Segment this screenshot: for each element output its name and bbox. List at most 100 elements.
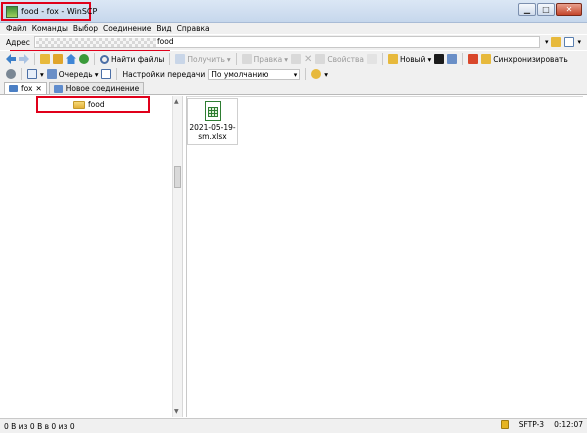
- delete-icon[interactable]: ✕: [304, 54, 312, 65]
- close-button[interactable]: ✕: [556, 3, 582, 16]
- new-folder-icon: [388, 54, 399, 64]
- properties-label: Свойства: [327, 54, 365, 64]
- menu-commands[interactable]: Команды: [32, 23, 68, 34]
- layout-icon[interactable]: [27, 69, 37, 79]
- address-input[interactable]: food: [34, 36, 540, 48]
- menu-help[interactable]: Справка: [177, 23, 210, 34]
- title-highlight: food - fox - WinSCP: [1, 2, 97, 21]
- menu-file[interactable]: Файл: [6, 23, 27, 34]
- scrollbar-thumb[interactable]: [174, 166, 181, 188]
- minimize-button[interactable]: ▁: [518, 3, 536, 16]
- toolbar-separator: [235, 53, 237, 65]
- lock-icon: [500, 420, 509, 429]
- scroll-down-icon[interactable]: ▼: [174, 408, 179, 415]
- directory-tree[interactable]: food: [3, 96, 183, 417]
- file-name: 2021-05-19-sm.xlsx: [189, 123, 236, 141]
- synchronize-button[interactable]: Синхронизировать: [481, 54, 568, 64]
- selection-status: 0 B из 0 B в 0 из 0: [4, 421, 75, 431]
- transfer-settings-select[interactable]: По умолчанию: [208, 68, 301, 80]
- new-button[interactable]: Новый ▾: [388, 54, 431, 64]
- address-bar: Адрес food ▾ ▾: [0, 35, 587, 50]
- pencil-icon: [241, 54, 252, 64]
- queue-list-icon[interactable]: [101, 69, 112, 79]
- window-controls: ▁ □ ✕: [518, 3, 582, 16]
- putty-icon[interactable]: [447, 54, 458, 64]
- root-folder-icon[interactable]: [53, 54, 63, 64]
- download-button[interactable]: Получить ▾: [175, 54, 231, 64]
- home-icon[interactable]: [66, 54, 76, 64]
- download-icon: [175, 54, 186, 64]
- tree-item-food[interactable]: food: [73, 100, 105, 109]
- toolbar-separator: [462, 53, 464, 65]
- copy-icon[interactable]: [290, 54, 301, 64]
- properties-icon: [315, 54, 326, 64]
- refresh-icon[interactable]: [79, 54, 89, 64]
- tab-new-session[interactable]: Новое соединение: [48, 82, 145, 94]
- protocol-status: SFTP-3: [518, 420, 545, 429]
- toolbar-separator: [169, 53, 171, 65]
- scroll-up-icon[interactable]: ▲: [174, 98, 179, 105]
- tab-new-session-label: Новое соединение: [65, 84, 140, 93]
- transfer-preset-icon[interactable]: [311, 69, 322, 79]
- close-tab-icon[interactable]: ✕: [35, 84, 41, 93]
- session-timer: 0:12:07: [554, 420, 583, 429]
- main-toolbar: Найти файлы Получить ▾ Правка ▾ ✕ Свойст…: [0, 51, 587, 67]
- menu-mark[interactable]: Выбор: [73, 23, 98, 34]
- toolbar-separator: [382, 53, 384, 65]
- transfer-settings-label: Настройки передачи: [122, 69, 206, 79]
- window-title: food - fox - WinSCP: [21, 7, 98, 16]
- find-files-label: Найти файлы: [111, 54, 165, 64]
- address-dropdown-icon[interactable]: ▾: [545, 38, 549, 46]
- session-tabs: fox ✕ Новое соединение: [0, 82, 587, 95]
- edit-button[interactable]: Правка ▾: [241, 54, 288, 64]
- terminal-icon[interactable]: [434, 54, 445, 64]
- preferences-gear-icon[interactable]: [6, 69, 16, 79]
- new-label: Новый: [400, 54, 426, 64]
- filter-icon[interactable]: [564, 37, 575, 47]
- edit-label: Правка: [253, 54, 283, 64]
- queue-button[interactable]: Очередь ▾: [46, 69, 99, 79]
- chevron-down-icon[interactable]: ▾: [324, 70, 328, 79]
- compare-icon[interactable]: [468, 54, 479, 64]
- back-arrow-icon[interactable]: [6, 54, 16, 64]
- queue-icon: [46, 69, 57, 79]
- chevron-down-icon[interactable]: ▾: [40, 70, 44, 79]
- toolbar-separator: [34, 53, 35, 65]
- status-right: SFTP-3 0:12:07: [500, 420, 583, 429]
- session-icon: [9, 85, 18, 92]
- toolbar-separator: [116, 68, 118, 80]
- parent-folder-icon[interactable]: [40, 54, 50, 64]
- file-panel[interactable]: 2021-05-19-sm.xlsx: [186, 96, 583, 417]
- properties-button[interactable]: Свойства: [315, 54, 364, 64]
- address-label: Адрес: [6, 38, 30, 47]
- tree-item-label: food: [88, 100, 105, 109]
- sync-icon: [481, 54, 492, 64]
- address-value: food: [157, 37, 174, 46]
- menu-session[interactable]: Соединение: [103, 23, 151, 34]
- file-item[interactable]: 2021-05-19-sm.xlsx: [187, 98, 238, 145]
- forward-arrow-icon[interactable]: [19, 54, 29, 64]
- tab-fox[interactable]: fox ✕: [4, 82, 47, 94]
- spreadsheet-icon: [204, 101, 221, 121]
- chevron-down-icon: ▾: [94, 69, 99, 79]
- address-actions: ▾ ▾: [545, 37, 581, 47]
- maximize-button[interactable]: □: [537, 3, 555, 16]
- title-bar: food - fox - WinSCP ▁ □ ✕: [0, 0, 587, 23]
- folder-icon: [73, 100, 85, 109]
- menu-view[interactable]: Вид: [156, 23, 171, 34]
- chevron-down-icon: ▾: [427, 54, 432, 64]
- redacted-path: [36, 38, 156, 47]
- new-session-icon: [53, 84, 63, 93]
- find-files-button[interactable]: Найти файлы: [100, 54, 165, 64]
- queue-label: Очередь: [58, 69, 93, 79]
- filter-dropdown-icon[interactable]: ▾: [577, 38, 581, 46]
- menu-bar: Файл Команды Выбор Соединение Вид Справк…: [0, 23, 587, 34]
- tree-scrollbar[interactable]: ▲ ▼: [172, 96, 182, 417]
- synchronize-label: Синхронизировать: [493, 54, 568, 64]
- open-folder-icon[interactable]: [551, 37, 562, 47]
- rename-icon[interactable]: [367, 54, 378, 64]
- secondary-toolbar: ▾ Очередь ▾ Настройки передачи По умолча…: [0, 66, 587, 82]
- winscp-app-icon: [6, 5, 18, 18]
- toolbar-separator: [94, 53, 95, 65]
- status-bar: 0 B из 0 B в 0 из 0 SFTP-3 0:12:07: [0, 418, 587, 433]
